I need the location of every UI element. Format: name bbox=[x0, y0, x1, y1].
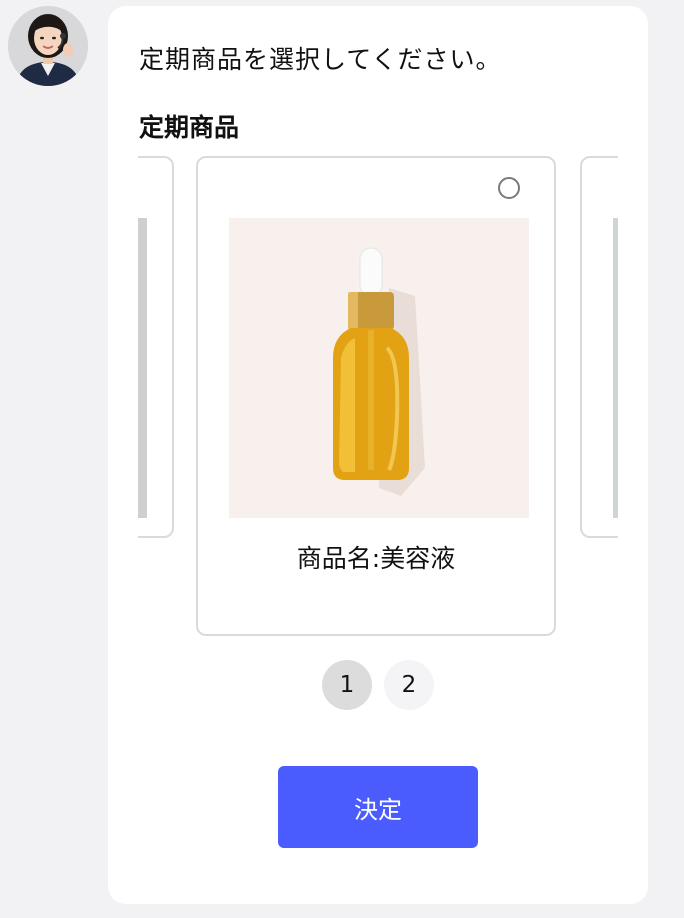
product-card-previous[interactable] bbox=[138, 156, 174, 538]
section-title: 定期商品 bbox=[139, 113, 240, 142]
prompt-text: 定期商品を選択してください。 bbox=[139, 45, 502, 74]
product-name: 商品名:美容液 bbox=[296, 544, 456, 573]
submit-button[interactable]: 決定 bbox=[278, 766, 478, 848]
product-image bbox=[229, 218, 529, 518]
product-carousel[interactable]: 商品名:美容液 bbox=[138, 156, 618, 648]
page-button-2[interactable]: 2 bbox=[384, 660, 434, 710]
serum-bottle-image bbox=[229, 218, 529, 518]
product-image bbox=[138, 218, 147, 518]
product-image bbox=[613, 218, 618, 518]
product-card[interactable]: 商品名:美容液 bbox=[196, 156, 556, 636]
operator-avatar-icon bbox=[8, 6, 88, 86]
message-bubble: 定期商品を選択してください。 定期商品 商品名:美容液 1 2 決定 bbox=[108, 6, 648, 904]
product-card-next[interactable] bbox=[580, 156, 618, 538]
page-button-1[interactable]: 1 bbox=[322, 660, 372, 710]
select-radio[interactable] bbox=[498, 177, 520, 199]
pagination: 1 2 bbox=[322, 660, 434, 710]
agent-avatar bbox=[8, 6, 88, 86]
